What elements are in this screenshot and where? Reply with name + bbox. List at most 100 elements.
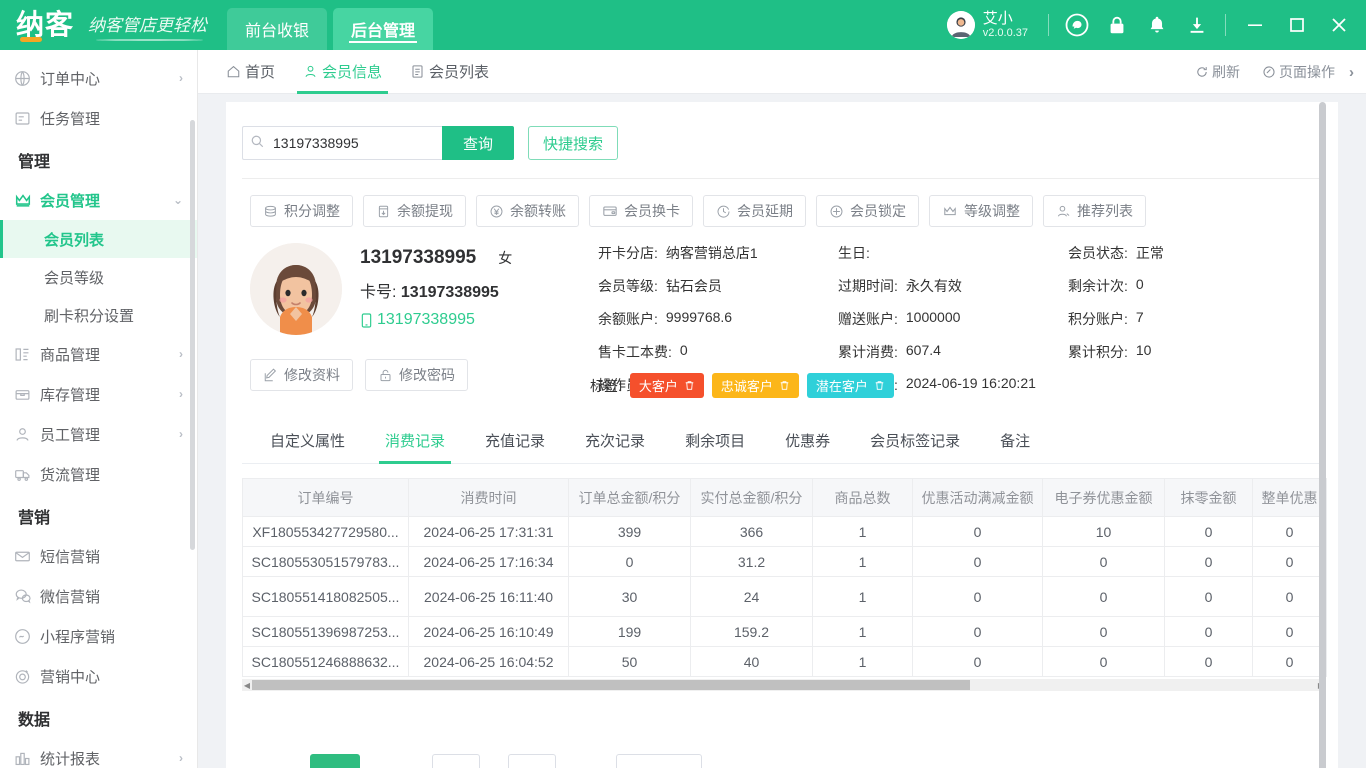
sidebar-item-marketing-center[interactable]: 营销中心: [0, 656, 197, 696]
member-mobile-text: 13197338995: [377, 311, 475, 329]
member-lock-button[interactable]: 会员锁定: [816, 195, 919, 227]
sidebar-item-sms-marketing[interactable]: 短信营销: [0, 536, 197, 576]
pagination-button-1[interactable]: [432, 754, 480, 768]
cell-order-no: SC180551396987253...: [243, 617, 409, 647]
member-change-card-button[interactable]: 会员换卡: [589, 195, 693, 227]
cell-order-total: 399: [569, 517, 691, 547]
referral-list-button[interactable]: 推荐列表: [1043, 195, 1146, 227]
minimize-button[interactable]: [1234, 0, 1276, 50]
trash-icon[interactable]: [684, 380, 695, 391]
member-card: 查询 快捷搜索 积分调整 余额提现: [226, 102, 1338, 768]
edit-icon: [263, 368, 278, 383]
page-operations-button[interactable]: 页面操作: [1254, 62, 1343, 82]
level-adjust-button[interactable]: 等级调整: [929, 195, 1033, 227]
bell-icon[interactable]: [1137, 0, 1177, 50]
sidebar-item-task-management[interactable]: 任务管理: [0, 98, 197, 138]
chevron-right-icon: ›: [179, 427, 183, 441]
mode-tab-cashier[interactable]: 前台收银: [227, 8, 327, 50]
sidebar-item-label: 小程序营销: [40, 626, 183, 647]
trash-icon[interactable]: [874, 380, 885, 391]
quick-search-button[interactable]: 快捷搜索: [528, 126, 618, 160]
tab-count-recharge-records[interactable]: 充次记录: [565, 420, 665, 463]
field-value: 0: [680, 342, 688, 362]
headset-icon[interactable]: [1057, 0, 1097, 50]
tab-custom-attributes[interactable]: 自定义属性: [250, 420, 365, 463]
content-vertical-scrollbar[interactable]: [1319, 102, 1326, 768]
table-row[interactable]: SC180551246888632... 2024-06-25 16:04:52…: [243, 647, 1327, 677]
tab-remaining-items[interactable]: 剩余项目: [665, 420, 765, 463]
tag-label: 大客户: [639, 376, 678, 395]
tab-member-tag-records[interactable]: 会员标签记录: [850, 420, 980, 463]
pagination-active-page[interactable]: [310, 754, 360, 768]
sidebar-item-member-level[interactable]: 会员等级: [0, 258, 197, 296]
refresh-button[interactable]: 刷新: [1187, 62, 1248, 82]
action-label: 余额转账: [510, 201, 566, 221]
tab-member-info[interactable]: 会员信息: [289, 50, 396, 94]
balance-withdraw-button[interactable]: 余额提现: [363, 195, 466, 227]
sidebar-item-statistics-reports[interactable]: 统计报表 ›: [0, 738, 197, 768]
tags-label: 标签:: [590, 376, 622, 396]
sidebar-item-goods-management[interactable]: 商品管理 ›: [0, 334, 197, 374]
tab-coupons[interactable]: 优惠券: [765, 420, 850, 463]
sidebar-item-inventory-management[interactable]: 库存管理 ›: [0, 374, 197, 414]
table-horizontal-scrollbar[interactable]: ◀ ▶: [242, 679, 1326, 691]
scroll-left-arrow[interactable]: ◀: [242, 681, 252, 690]
pagination-button-2[interactable]: [508, 754, 556, 768]
field-key: 会员等级:: [598, 276, 658, 296]
query-button[interactable]: 查询: [442, 126, 514, 160]
cell-order-total: 0: [569, 547, 691, 577]
mode-tab-backend[interactable]: 后台管理: [333, 8, 433, 50]
chevron-right-icon[interactable]: ›: [1349, 64, 1358, 81]
sidebar-item-member-management[interactable]: 会员管理 ⌄: [0, 180, 197, 220]
download-icon[interactable]: [1177, 0, 1217, 50]
field-key: 累计积分:: [1068, 342, 1128, 362]
trash-icon[interactable]: [779, 380, 790, 391]
sidebar-item-miniprogram-marketing[interactable]: 小程序营销: [0, 616, 197, 656]
field-key: 赠送账户:: [838, 309, 898, 329]
sidebar-scrollbar[interactable]: [190, 120, 195, 550]
balance-transfer-button[interactable]: 余额转账: [476, 195, 579, 227]
member-card-line: 卡号: 13197338995: [360, 278, 512, 302]
sidebar-item-order-center[interactable]: 订单中心 ›: [0, 58, 197, 98]
table-row[interactable]: XF180553427729580... 2024-06-25 17:31:31…: [243, 517, 1327, 547]
cell-consume-time: 2024-06-25 16:10:49: [409, 617, 569, 647]
table-row[interactable]: SC180551418082505... 2024-06-25 16:11:40…: [243, 577, 1327, 617]
member-extend-button[interactable]: 会员延期: [703, 195, 806, 227]
search-input[interactable]: [242, 126, 442, 160]
maximize-button[interactable]: [1276, 0, 1318, 50]
cell-order-discount: 0: [1253, 647, 1327, 677]
tab-consumption-records[interactable]: 消费记录: [365, 420, 465, 463]
field-member-level: 会员等级:钻石会员: [598, 276, 838, 296]
yuan-icon: [489, 204, 504, 219]
tab-member-list[interactable]: 会员列表: [396, 50, 503, 94]
table-row[interactable]: SC180551396987253... 2024-06-25 16:10:49…: [243, 617, 1327, 647]
tag-big-customer[interactable]: 大客户: [630, 373, 704, 398]
table-row[interactable]: SC180553051579783... 2024-06-25 17:16:34…: [243, 547, 1327, 577]
close-button[interactable]: [1318, 0, 1360, 50]
coins-icon: [263, 204, 278, 219]
tag-potential-customer[interactable]: 潜在客户: [807, 373, 894, 398]
edit-profile-button[interactable]: 修改资料: [250, 359, 353, 391]
edit-password-button[interactable]: 修改密码: [365, 359, 468, 391]
tab-remarks[interactable]: 备注: [980, 420, 1050, 463]
member-mobile[interactable]: 13197338995: [360, 311, 512, 329]
sidebar-item-label: 商品管理: [40, 344, 179, 365]
sidebar-item-wechat-marketing[interactable]: 微信营销: [0, 576, 197, 616]
tag-loyal-customer[interactable]: 忠诚客户: [712, 373, 799, 398]
sidebar-item-staff-management[interactable]: 员工管理 ›: [0, 414, 197, 454]
sidebar-item-logistics-management[interactable]: 货流管理: [0, 454, 197, 494]
table-header-row: 订单编号 消费时间 订单总金额/积分 实付总金额/积分 商品总数 优惠活动满减金…: [243, 479, 1327, 517]
scrollbar-thumb[interactable]: [252, 680, 970, 690]
sidebar-item-swipe-points-settings[interactable]: 刷卡积分设置: [0, 296, 197, 334]
sidebar-item-member-list[interactable]: 会员列表: [0, 220, 197, 258]
app-body: 订单中心 › 任务管理 管理 会员管理 ⌄: [0, 50, 1366, 768]
tab-home[interactable]: 首页: [212, 50, 289, 94]
points-adjust-button[interactable]: 积分调整: [250, 195, 353, 227]
pagination-select[interactable]: [616, 754, 702, 768]
lock-icon[interactable]: [1097, 0, 1137, 50]
field-points-account: 积分账户:7: [1068, 309, 1258, 329]
tab-recharge-records[interactable]: 充值记录: [465, 420, 565, 463]
user-menu[interactable]: 艾小 v2.0.0.37: [935, 10, 1040, 40]
cell-paid-total: 159.2: [691, 617, 813, 647]
phone-icon: [360, 313, 373, 328]
